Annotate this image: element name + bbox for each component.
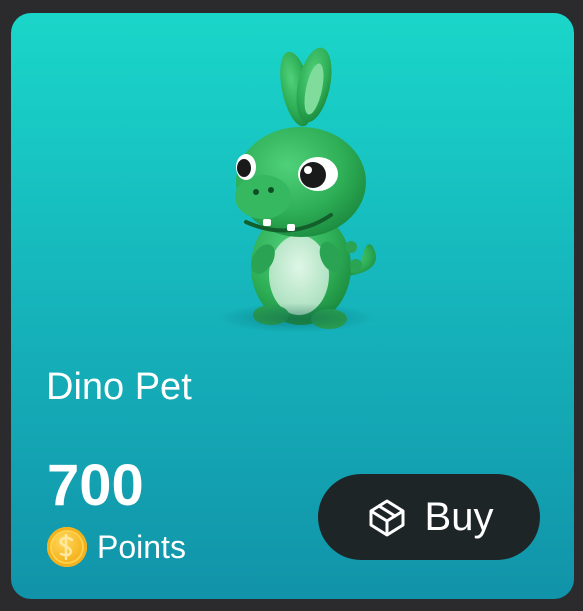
buy-button[interactable]: Buy [318, 474, 540, 560]
buy-button-label: Buy [424, 494, 494, 539]
pet-shadow [216, 303, 376, 333]
price-amount: 700 [47, 453, 144, 518]
coin-icon [47, 527, 87, 567]
product-card[interactable]: Dino Pet 700 Points Buy [11, 13, 574, 599]
box-icon [365, 495, 409, 539]
dinosaur-pet-icon [201, 47, 401, 347]
price-unit-label: Points [97, 528, 186, 565]
product-name: Dino Pet [46, 366, 192, 408]
price-unit-row: Points [47, 527, 186, 567]
